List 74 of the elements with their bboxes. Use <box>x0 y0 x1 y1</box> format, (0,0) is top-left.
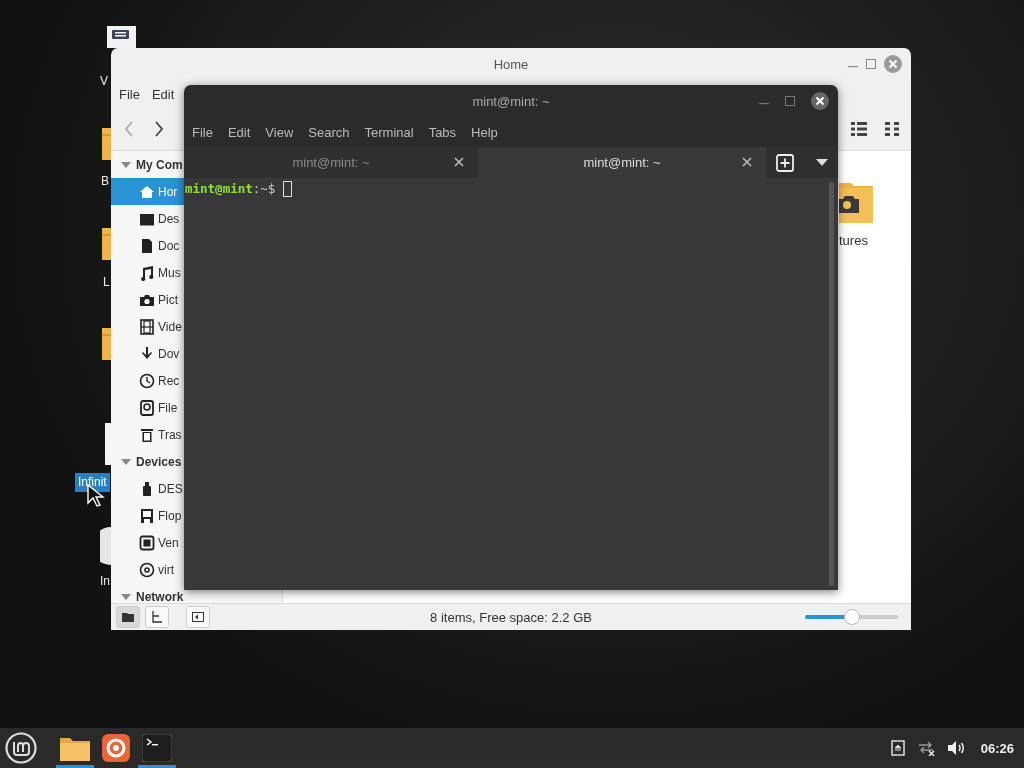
sidebar-item[interactable]: Rec <box>111 367 184 394</box>
menu-item[interactable]: Edit <box>151 84 175 104</box>
prompt-user: mint@mint <box>185 181 253 196</box>
document-icon <box>139 237 155 254</box>
maximize-icon[interactable] <box>865 58 877 70</box>
menu-item[interactable]: Search <box>308 124 350 140</box>
trash-icon <box>139 426 155 443</box>
sidebar-heading[interactable]: Network <box>136 589 184 603</box>
volume-icon[interactable] <box>946 740 965 756</box>
terminal-icon <box>142 734 172 762</box>
menu-item[interactable]: Help <box>471 124 498 140</box>
status-text: 8 items, Free space: 2.2 GB <box>430 609 592 625</box>
menu-item[interactable]: Tabs <box>428 124 457 140</box>
sidebar-item[interactable]: virt <box>111 556 184 583</box>
sidebar-item[interactable]: Dov <box>111 340 184 367</box>
menu-item[interactable]: File <box>192 124 213 140</box>
dropdown-caret-icon[interactable] <box>816 158 828 167</box>
menu-item[interactable]: View <box>265 124 294 140</box>
sidebar-item[interactable]: DES <box>111 475 184 502</box>
tab[interactable]: mint@mint: ~ <box>478 147 766 178</box>
folder-label: tures <box>839 233 868 248</box>
sidebar-item[interactable]: Tras <box>111 421 184 448</box>
sidebar-item[interactable]: Doc <box>111 232 184 259</box>
sidebar-heading[interactable]: My Com <box>136 157 183 172</box>
scrollbar[interactable] <box>829 182 834 586</box>
list-view-icon[interactable] <box>851 122 867 136</box>
desktop-icon-label[interactable]: In <box>100 572 110 591</box>
sidebar-item[interactable]: Flop <box>111 502 184 529</box>
sidebar-item[interactable]: Pict <box>111 286 184 313</box>
sidebar-item[interactable]: Des <box>111 205 184 232</box>
new-tab-icon[interactable] <box>776 153 794 172</box>
drive-icon <box>139 534 155 551</box>
clipboard-icon[interactable] <box>890 740 905 756</box>
menu-item[interactable]: Terminal <box>364 124 414 140</box>
home-icon <box>139 183 155 200</box>
sidebar-item[interactable]: Mus <box>111 259 184 286</box>
folder-icon <box>60 735 90 761</box>
document-icon[interactable] <box>107 26 136 48</box>
mint-logo-icon[interactable] <box>5 732 37 764</box>
panel-icon <box>192 612 204 622</box>
network-disconnected-icon[interactable] <box>916 740 935 756</box>
grid-view-icon[interactable] <box>885 122 899 136</box>
floppy-icon <box>139 507 155 524</box>
disc-icon <box>139 561 155 578</box>
menu-item[interactable]: File <box>119 84 140 104</box>
close-icon[interactable] <box>742 157 752 167</box>
clock[interactable]: 06:26 <box>980 740 1014 756</box>
prompt-path: :~$ <box>252 181 276 196</box>
desktop-icon-label[interactable]: B <box>101 172 109 191</box>
close-icon[interactable] <box>454 157 464 167</box>
clock-icon <box>139 372 155 389</box>
text-cursor <box>283 181 293 197</box>
browser-icon <box>102 734 130 762</box>
tree-icon <box>151 611 163 623</box>
places-button[interactable] <box>116 606 140 628</box>
desktop-icon-label[interactable]: L <box>103 273 110 292</box>
close-icon[interactable] <box>810 91 830 111</box>
sidebar-item[interactable]: Ven <box>111 529 184 556</box>
zoom-slider[interactable] <box>805 609 898 625</box>
folder-icon <box>122 612 134 622</box>
sidebar-heading[interactable]: Devices <box>136 454 182 469</box>
film-icon <box>139 318 155 335</box>
tree-button[interactable] <box>145 606 169 628</box>
maximize-icon[interactable] <box>784 95 796 107</box>
window-title: Home <box>493 56 529 72</box>
desktop-icon-label[interactable]: Infinit <box>75 473 110 492</box>
desktop-icon-label[interactable]: V <box>100 72 108 91</box>
sidebar-item[interactable]: Vide <box>111 313 184 340</box>
mouse-cursor-icon <box>87 484 105 508</box>
sidebar-toggle-button[interactable] <box>186 606 210 628</box>
window-title: mint@mint: ~ <box>472 93 550 109</box>
music-note-icon <box>139 264 155 281</box>
sidebar-item[interactable]: File <box>111 394 184 421</box>
menu-item[interactable]: Edit <box>227 124 251 140</box>
